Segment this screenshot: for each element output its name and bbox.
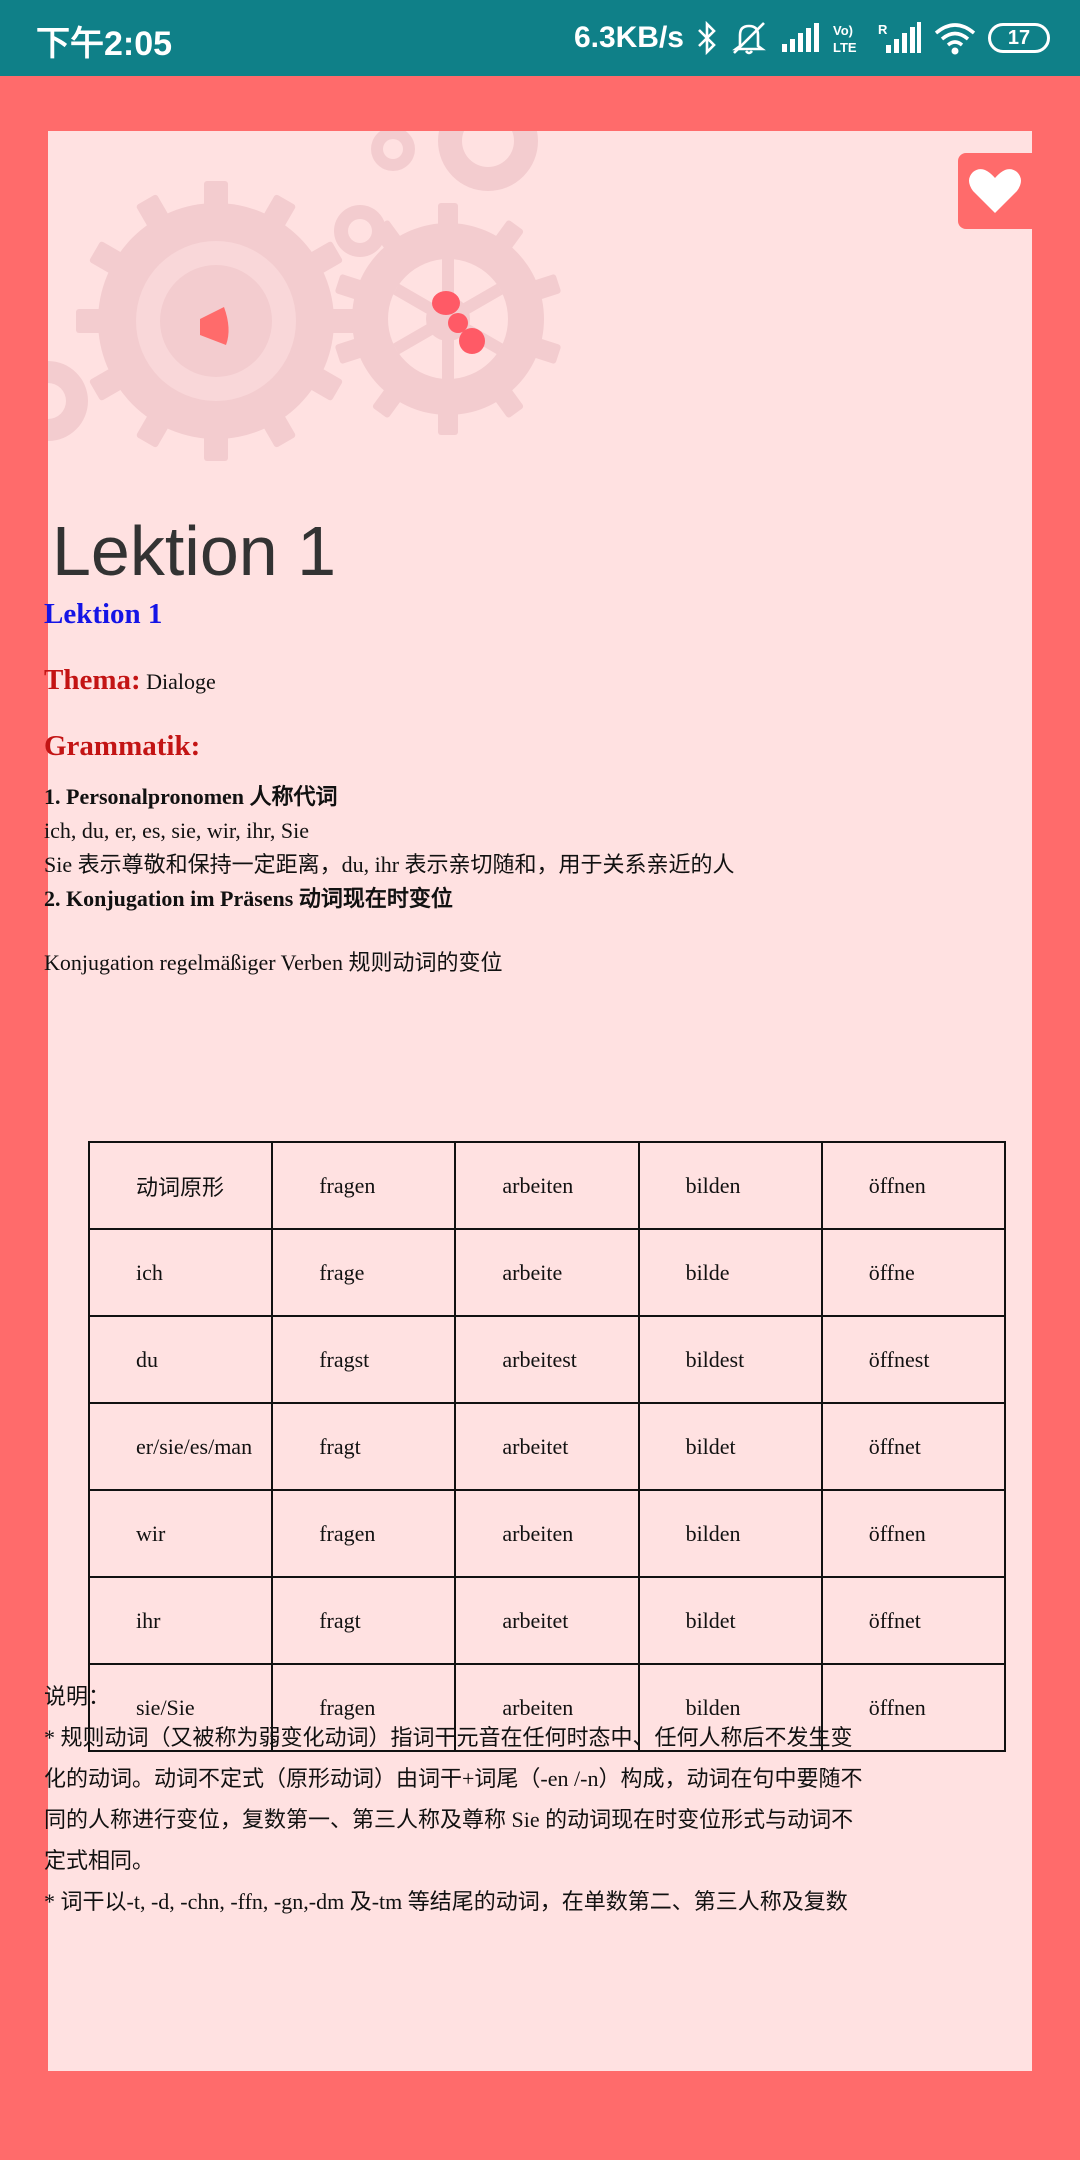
- table-cell: öffnen: [820, 1489, 1007, 1578]
- table-cell: öffnen: [820, 1141, 1007, 1230]
- note-line: 定式相同。: [44, 1848, 155, 1873]
- table-cell: frage: [271, 1228, 457, 1317]
- page-title: Lektion 1: [52, 512, 337, 590]
- table-cell: arbeitet: [454, 1402, 640, 1491]
- table-cell: du: [87, 1315, 274, 1404]
- table-cell: bilde: [637, 1228, 823, 1317]
- status-time: 下午2:05: [36, 25, 173, 63]
- mute-icon: [730, 20, 768, 56]
- note-line: 化的动词。动词不定式（原形动词）由词干+词尾（-en /-n）构成，动词在句中要…: [44, 1766, 863, 1791]
- table-row: wir fragen arbeiten bilden öffnen: [87, 1489, 1007, 1578]
- table-cell: öffnest: [820, 1315, 1007, 1404]
- table-cell: bildet: [637, 1402, 823, 1491]
- table-cell: arbeiten: [454, 1489, 640, 1578]
- table-row: du fragst arbeitest bildest öffnest: [87, 1315, 1007, 1404]
- svg-text:Vo): Vo): [833, 23, 853, 38]
- table-row: er/sie/es/man fragt arbeitet bildet öffnet: [87, 1402, 1007, 1491]
- sie-note: Sie 表示尊敬和保持一定距离，du, ihr 表示亲切随和，用于关系亲近的人: [44, 852, 735, 877]
- table-cell: öffnet: [820, 1576, 1007, 1665]
- table-cell: bildest: [637, 1315, 823, 1404]
- table-cell: fragen: [271, 1489, 457, 1578]
- grammatik-heading: Grammatik:: [44, 730, 201, 762]
- table-cell: öffnet: [820, 1402, 1007, 1491]
- table-cell: er/sie/es/man: [87, 1402, 274, 1491]
- thema-value: Dialoge: [146, 669, 216, 694]
- table-cell: arbeitest: [454, 1315, 640, 1404]
- table-row: 动词原形 fragen arbeiten bilden öffnen: [87, 1141, 1007, 1230]
- net-speed: 6.3KB/s: [573, 21, 684, 54]
- table-caption: Konjugation regelmäßiger Verben 规则动词的变位: [44, 950, 503, 975]
- roaming-signal-icon: R: [878, 21, 922, 55]
- table-cell: fragt: [271, 1402, 457, 1491]
- table-cell: ihr: [87, 1576, 274, 1665]
- table-cell: wir: [87, 1489, 274, 1578]
- gears-illustration: [48, 131, 561, 461]
- thema-label: Thema:: [44, 664, 141, 696]
- conjugation-table: 动词原形 fragen arbeiten bilden öffnen ich frage ar…: [87, 1141, 1007, 1752]
- note-line: * 词干以-t, -d, -chn, -ffn, -gn,-dm 及-tm 等结…: [44, 1889, 848, 1914]
- heart-icon: [969, 169, 1021, 213]
- bluetooth-icon: [696, 21, 718, 55]
- table-row: ich frage arbeite bilde öffne: [87, 1228, 1007, 1317]
- notes-label: 说明：: [44, 1684, 111, 1709]
- table-cell: öffne: [820, 1228, 1007, 1317]
- table-cell: arbeite: [454, 1228, 640, 1317]
- note-line: * 规则动词（又被称为弱变化动词）指词干元音在任何时态中、任何人称后不发生变: [44, 1725, 853, 1750]
- status-icons: 6.3KB/s Vo) LTE R 17: [574, 14, 1050, 62]
- table-cell: ich: [87, 1228, 274, 1317]
- table-row: ihr fragt arbeitet bildet öffnet: [87, 1576, 1007, 1665]
- table-cell: 动词原形: [87, 1141, 274, 1230]
- note-line: 同的人称进行变位，复数第一、第三人称及尊称 Sie 的动词现在时变位形式与动词不: [44, 1807, 854, 1832]
- table-cell: fragt: [271, 1576, 457, 1665]
- favorite-button[interactable]: [958, 153, 1032, 229]
- volte-icon: Vo) LTE: [832, 21, 866, 55]
- notes-section: 说明： * 规则动词（又被称为弱变化动词）指词干元音在任何时态中、任何人称后不发…: [44, 1676, 944, 1922]
- wifi-icon: [934, 21, 976, 55]
- battery-icon: 17: [988, 23, 1050, 53]
- table-cell: arbeitet: [454, 1576, 640, 1665]
- lesson-content: Lektion 1 Thema: Dialoge Grammatik: 1. P…: [44, 594, 944, 980]
- page-margin-bottom: [0, 2071, 1080, 2160]
- thema-line: Thema: Dialoge: [44, 660, 944, 700]
- svg-text:R: R: [878, 22, 888, 37]
- status-bar: 下午2:05 6.3KB/s Vo) LTE R 17: [0, 0, 1080, 76]
- signal-icon: [780, 22, 820, 54]
- point1-title: 1. Personalpronomen 人称代词: [44, 784, 338, 809]
- svg-text:LTE: LTE: [833, 40, 857, 55]
- pronoun-list: ich, du, er, es, sie, wir, ihr, Sie: [44, 818, 309, 843]
- table-cell: fragst: [271, 1315, 457, 1404]
- battery-level: 17: [1007, 26, 1031, 49]
- table-cell: bildet: [637, 1576, 823, 1665]
- table-cell: fragen: [271, 1141, 457, 1230]
- table-cell: bilden: [637, 1489, 823, 1578]
- content-heading: Lektion 1: [44, 598, 163, 630]
- table-cell: bilden: [637, 1141, 823, 1230]
- point2-title: 2. Konjugation im Präsens 动词现在时变位: [44, 886, 453, 911]
- table-cell: arbeiten: [454, 1141, 640, 1230]
